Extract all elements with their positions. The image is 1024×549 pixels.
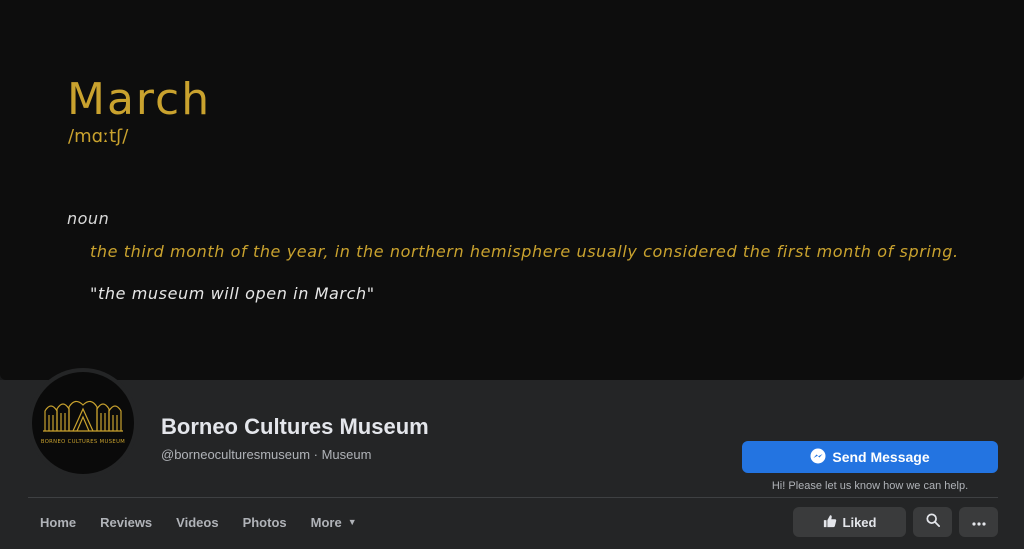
header-divider bbox=[28, 497, 998, 498]
send-message-hint: Hi! Please let us know how we can help. bbox=[771, 480, 969, 492]
page-tabs: Home Reviews Videos Photos More ▼ bbox=[28, 505, 369, 539]
page-handle-category: @borneoculturesmuseum · Museum bbox=[161, 447, 372, 462]
tab-reviews[interactable]: Reviews bbox=[88, 505, 164, 539]
cover-photo[interactable]: March /mɑːtʃ/ noun the third month of th… bbox=[0, 0, 1024, 380]
caret-down-icon: ▼ bbox=[347, 517, 357, 527]
liked-button[interactable]: Liked bbox=[793, 507, 906, 537]
museum-logo-icon: BORNEO CULTURES MUSEUM bbox=[41, 400, 125, 445]
cover-example: "the museum will open in March" bbox=[90, 284, 375, 303]
tab-more[interactable]: More ▼ bbox=[299, 505, 369, 539]
cover-pronunciation: /mɑːtʃ/ bbox=[68, 126, 129, 147]
messenger-icon bbox=[810, 448, 826, 467]
profile-avatar[interactable]: BORNEO CULTURES MUSEUM bbox=[28, 368, 138, 478]
cover-word: March bbox=[67, 74, 212, 125]
tab-label: Photos bbox=[242, 514, 287, 530]
more-options-button[interactable] bbox=[959, 507, 998, 537]
tab-label: More bbox=[310, 514, 342, 530]
tab-label: Home bbox=[40, 514, 77, 530]
send-message-button[interactable]: Send Message bbox=[742, 441, 998, 473]
avatar-logo-text: BORNEO CULTURES MUSEUM bbox=[41, 439, 125, 445]
museum-logo: BORNEO CULTURES MUSEUM bbox=[32, 372, 134, 474]
ellipsis-icon bbox=[971, 513, 986, 531]
search-icon bbox=[925, 512, 940, 532]
thumbs-up-icon bbox=[823, 514, 837, 531]
tab-label: Videos bbox=[176, 514, 219, 530]
send-message-label: Send Message bbox=[832, 449, 930, 465]
liked-label: Liked bbox=[842, 514, 877, 530]
tab-videos[interactable]: Videos bbox=[164, 505, 230, 539]
page-title[interactable]: Borneo Cultures Museum bbox=[161, 414, 429, 440]
tab-label: Reviews bbox=[100, 514, 153, 530]
tab-home[interactable]: Home bbox=[28, 505, 88, 539]
cover-definition: the third month of the year, in the nort… bbox=[90, 242, 959, 261]
tab-photos[interactable]: Photos bbox=[231, 505, 299, 539]
search-button[interactable] bbox=[913, 507, 952, 537]
cover-part-of-speech: noun bbox=[67, 209, 110, 228]
